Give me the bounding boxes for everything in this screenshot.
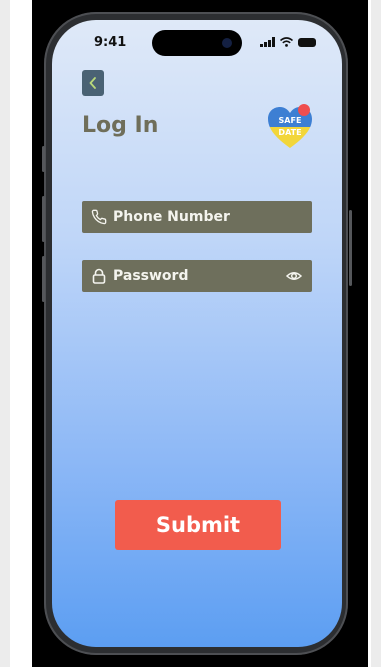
heart-logo-icon xyxy=(268,104,312,148)
power-button xyxy=(349,210,352,286)
eye-icon[interactable] xyxy=(286,268,302,284)
dynamic-island xyxy=(152,30,242,56)
lock-icon xyxy=(91,268,107,284)
status-bar: 9:41 xyxy=(52,20,342,60)
camera-icon xyxy=(222,38,232,48)
status-time: 9:41 xyxy=(94,35,127,50)
volume-up-button xyxy=(42,196,45,242)
left-margin xyxy=(0,0,10,667)
password-field[interactable]: Password xyxy=(82,260,312,292)
battery-icon xyxy=(298,37,316,47)
phone-screen: 9:41 Log In SAFE DATE Phone Number Passw… xyxy=(52,20,342,647)
submit-label: Submit xyxy=(155,513,241,537)
phone-number-placeholder: Phone Number xyxy=(113,209,230,225)
phone-icon xyxy=(91,209,107,225)
phone-number-field[interactable]: Phone Number xyxy=(82,201,312,233)
safe-date-logo: SAFE DATE xyxy=(266,104,314,150)
submit-button[interactable]: Submit xyxy=(115,500,281,550)
logo-text-date: DATE xyxy=(278,128,302,137)
status-icons xyxy=(260,36,316,48)
cellular-signal-icon xyxy=(260,37,275,47)
back-button[interactable] xyxy=(82,70,104,96)
page-title: Log In xyxy=(82,113,159,138)
chevron-left-icon xyxy=(89,77,96,89)
right-margin xyxy=(371,0,381,667)
password-placeholder: Password xyxy=(113,268,189,284)
action-button xyxy=(42,146,45,172)
logo-text-safe: SAFE xyxy=(278,116,302,125)
volume-down-button xyxy=(42,256,45,302)
wifi-icon xyxy=(280,37,293,47)
